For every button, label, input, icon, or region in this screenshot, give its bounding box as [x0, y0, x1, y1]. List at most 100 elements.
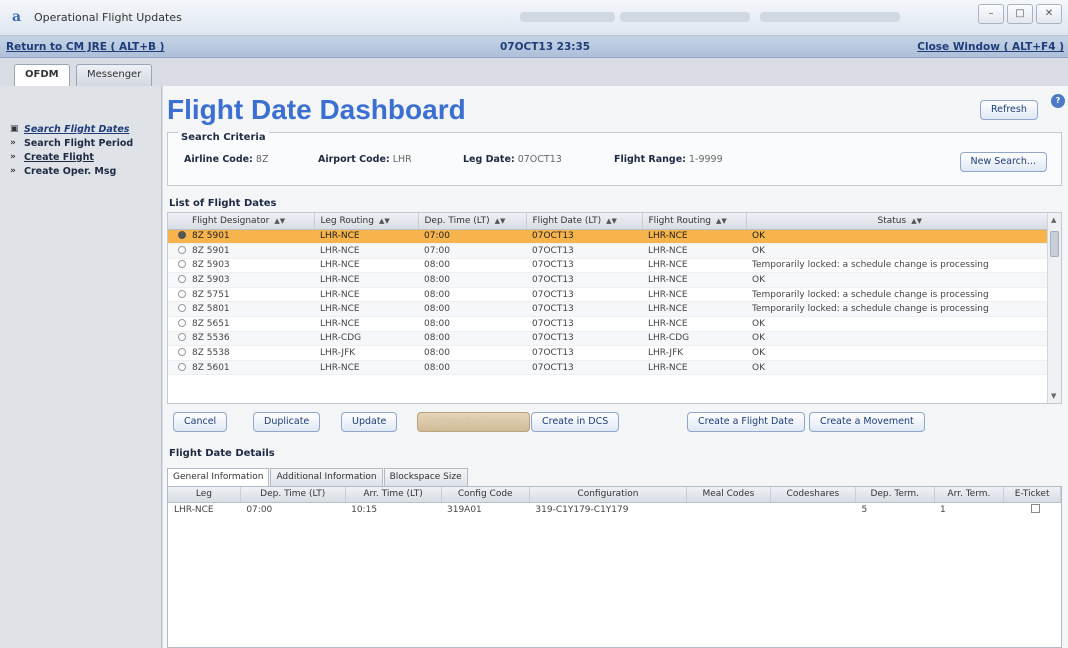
table-cell: 8Z 5801: [168, 301, 314, 318]
flight-range-key: Flight Range:: [614, 154, 686, 165]
table-cell: OK: [746, 272, 1048, 288]
cell-text: OK: [752, 231, 765, 242]
update-blockspace-button[interactable]: Update Blockspace: [417, 412, 530, 432]
cell-text: LHR-NCE: [648, 304, 688, 315]
details-tabs: General Information Additional Informati…: [167, 468, 469, 486]
sidebar-item-search-flight-dates[interactable]: ▣ Search Flight Dates: [0, 122, 161, 136]
tab-additional-information[interactable]: Additional Information: [270, 468, 383, 486]
column-header-label: Status: [877, 215, 907, 226]
e-ticket-checkbox[interactable]: [1030, 503, 1040, 513]
scrollbar-thumb[interactable]: [1050, 231, 1059, 257]
column-header[interactable]: Flight Routing ▲▼: [642, 213, 747, 230]
table-row[interactable]: 8Z 5651 LHR-NCE 08:00 07OCT13 LHR-NCE OK: [168, 316, 1048, 332]
table-cell: LHR-NCE: [314, 229, 418, 245]
column-header[interactable]: Codeshares: [770, 487, 856, 503]
create-flight-date-button[interactable]: Create a Flight Date: [687, 412, 805, 432]
table-cell: LHR-NCE: [314, 272, 418, 288]
column-header[interactable]: Arr. Term.: [934, 487, 1005, 503]
new-search-button[interactable]: New Search...: [959, 152, 1047, 172]
row-radio[interactable]: [178, 348, 186, 357]
row-radio[interactable]: [178, 231, 186, 240]
cell-text: OK: [752, 245, 765, 256]
sidebar-item-label: Create Flight: [24, 151, 94, 163]
row-radio[interactable]: [178, 275, 186, 284]
table-cell: 07OCT13: [526, 229, 642, 245]
table-cell: 8Z 5751: [168, 287, 314, 303]
column-header[interactable]: Config Code: [441, 487, 530, 503]
table-cell: 07OCT13: [526, 287, 642, 303]
tab-ofdm[interactable]: OFDM: [14, 64, 70, 87]
row-radio[interactable]: [178, 362, 186, 371]
cell-text: 07OCT13: [532, 245, 574, 256]
tab-messenger[interactable]: Messenger: [76, 64, 153, 86]
scroll-up-icon[interactable]: ▲: [1051, 216, 1056, 224]
table-row[interactable]: 8Z 5538 LHR-JFK 08:00 07OCT13 LHR-JFK OK: [168, 345, 1048, 361]
column-header[interactable]: Dep. Time (LT) ▲▼: [418, 213, 527, 230]
update-button[interactable]: Update: [341, 412, 398, 432]
help-icon[interactable]: ?: [1051, 94, 1065, 108]
column-header[interactable]: Dep. Term.: [855, 487, 935, 503]
duplicate-button[interactable]: Duplicate: [253, 412, 321, 432]
column-header[interactable]: E-Ticket: [1003, 487, 1061, 503]
table-row[interactable]: 8Z 5801 LHR-NCE 08:00 07OCT13 LHR-NCE Tempora…: [168, 301, 1048, 318]
scroll-down-icon[interactable]: ▼: [1051, 392, 1056, 400]
table-row[interactable]: 8Z 5903 LHR-NCE 08:00 07OCT13 LHR-NCE OK: [168, 272, 1048, 288]
table-row[interactable]: 8Z 5536 LHR-CDG 08:00 07OCT13 LHR-CDG OK: [168, 331, 1048, 347]
column-header[interactable]: Dep. Time (LT): [240, 487, 346, 503]
table-row[interactable]: 8Z 5901 LHR-NCE 07:00 07OCT13 LHR-NCE OK: [168, 243, 1048, 259]
current-datetime: 07OCT13 23:35: [500, 41, 591, 53]
table-cell: LHR-NCE: [314, 360, 418, 376]
table-cell: 07OCT13: [526, 272, 642, 288]
table-cell: 08:00: [418, 258, 526, 274]
details-row[interactable]: LHR-NCE 07:00 10:15 319A01 319-C1Y179-C1Y179…: [168, 502, 1061, 517]
row-radio[interactable]: [178, 260, 186, 269]
leg-date-key: Leg Date:: [463, 154, 515, 165]
table-cell: LHR-JFK: [314, 345, 418, 361]
sidebar-item-create-flight[interactable]: » Create Flight: [0, 150, 161, 164]
column-header[interactable]: Configuration: [529, 487, 687, 503]
minimize-button[interactable]: –: [978, 4, 1004, 24]
row-radio[interactable]: [178, 245, 186, 254]
column-header[interactable]: Flight Designator ▲▼: [168, 213, 315, 230]
table-row[interactable]: 8Z 5601 LHR-NCE 08:00 07OCT13 LHR-NCE OK: [168, 360, 1048, 376]
table-row[interactable]: 8Z 5903 LHR-NCE 08:00 07OCT13 LHR-NCE Tempora…: [168, 258, 1048, 274]
refresh-button[interactable]: Refresh: [980, 100, 1038, 120]
sidebar-item-create-oper-msg[interactable]: » Create Oper. Msg: [0, 164, 161, 178]
title-blur: [620, 12, 750, 22]
table-cell: OK: [746, 345, 1048, 361]
tab-blockspace-size[interactable]: Blockspace Size: [383, 468, 468, 486]
column-header[interactable]: Status ▲▼: [746, 213, 1048, 230]
table-cell: 8Z 5651: [168, 316, 314, 332]
airline-code: Airline Code: 8Z: [184, 154, 268, 165]
cell-text: LHR-JFK: [648, 348, 684, 359]
column-header[interactable]: Flight Date (LT) ▲▼: [526, 213, 643, 230]
table-row[interactable]: 8Z 5751 LHR-NCE 08:00 07OCT13 LHR-NCE Tempora…: [168, 287, 1048, 303]
cell-text: LHR-NCE: [320, 362, 360, 373]
column-header-label: Flight Date (LT): [532, 215, 602, 226]
table-cell: 8Z 5903: [168, 272, 314, 288]
cancel-button[interactable]: Cancel: [173, 412, 228, 432]
row-radio[interactable]: [178, 333, 186, 342]
table-row[interactable]: 8Z 5901 LHR-NCE 07:00 07OCT13 LHR-NCE OK: [168, 229, 1048, 245]
create-in-dcs-button[interactable]: Create in DCS: [531, 412, 620, 432]
close-window-link[interactable]: Close Window ( ALT+F4 ): [917, 41, 1064, 53]
column-header[interactable]: Leg: [168, 487, 241, 503]
maximize-button[interactable]: □: [1007, 4, 1033, 24]
chevron-double-right-icon: »: [10, 152, 16, 162]
create-movement-button[interactable]: Create a Movement: [809, 412, 925, 432]
table-cell: 08:00: [418, 287, 526, 303]
cell-text: 07OCT13: [532, 348, 574, 359]
sidebar-item-search-flight-period[interactable]: » Search Flight Period: [0, 136, 161, 150]
column-header[interactable]: Leg Routing ▲▼: [314, 213, 419, 230]
tab-general-information[interactable]: General Information: [167, 468, 270, 486]
table-scrollbar[interactable]: ▲ ▼: [1047, 213, 1061, 403]
close-button[interactable]: ✕: [1036, 4, 1062, 24]
return-link[interactable]: Return to CM JRE ( ALT+B ): [6, 41, 164, 53]
table-cell: 8Z 5901: [168, 243, 314, 259]
row-radio[interactable]: [178, 304, 186, 313]
row-radio[interactable]: [178, 318, 186, 327]
column-header[interactable]: Arr. Time (LT): [345, 487, 442, 503]
row-radio[interactable]: [178, 289, 186, 298]
cell-text: 07OCT13: [532, 260, 574, 271]
column-header[interactable]: Meal Codes: [686, 487, 771, 503]
